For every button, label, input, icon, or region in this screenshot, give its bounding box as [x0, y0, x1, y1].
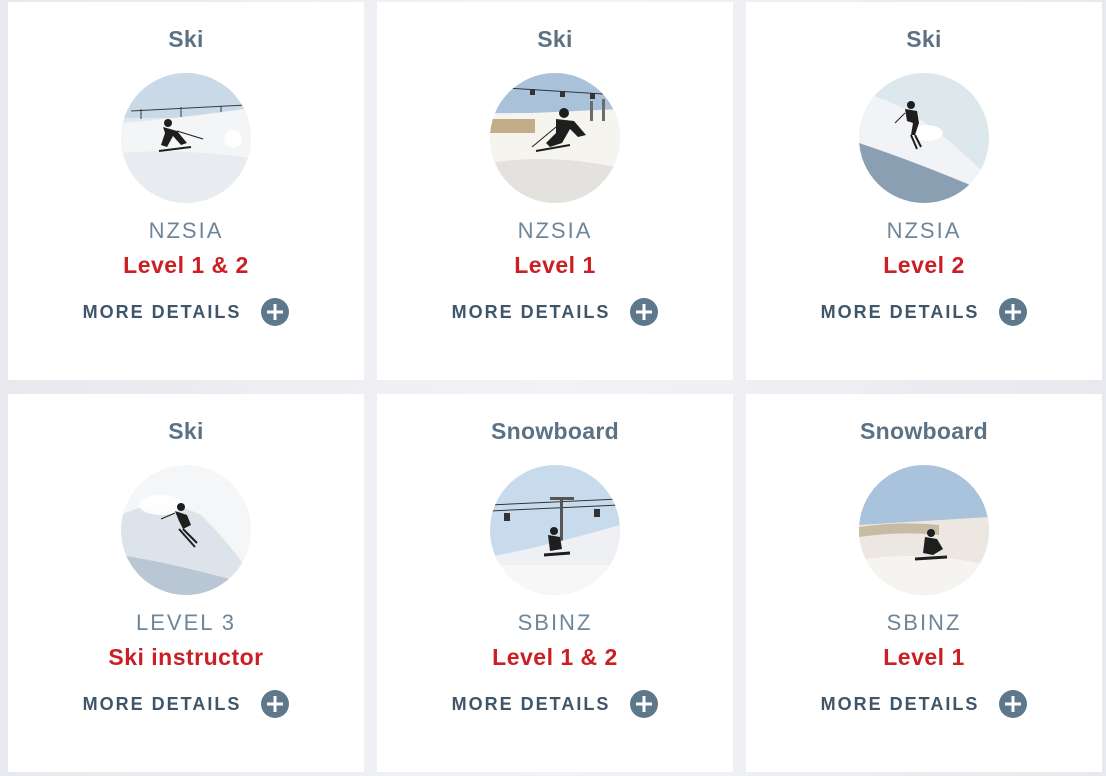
- snowboarder-carving-photo: [859, 465, 989, 595]
- course-photo: [490, 465, 620, 595]
- course-card: Ski LEVEL 3 Ski instructor MORE DETAILS: [8, 394, 364, 772]
- course-photo: [859, 465, 989, 595]
- skier-steep-slope-photo: [859, 73, 989, 203]
- more-details-button[interactable]: MORE DETAILS: [821, 690, 1028, 718]
- course-grid: Ski NZSIA Level 1 & 2 MORE DETAILS Ski N…: [8, 2, 1102, 772]
- course-photo: [121, 465, 251, 595]
- course-sport: Snowboard: [860, 418, 988, 444]
- course-sport: Ski: [168, 26, 204, 52]
- course-level: Level 2: [883, 252, 965, 278]
- more-details-label: MORE DETAILS: [451, 693, 611, 714]
- more-details-button[interactable]: MORE DETAILS: [821, 298, 1028, 326]
- plus-circle-icon[interactable]: [999, 690, 1028, 718]
- snowboarder-chairlift-photo: [490, 465, 620, 595]
- course-card: Snowboard SBINZ Level 1 MORE DETAILS: [746, 394, 1102, 772]
- more-details-label: MORE DETAILS: [820, 301, 980, 322]
- more-details-button[interactable]: MORE DETAILS: [83, 298, 290, 326]
- course-sport: Ski: [168, 418, 204, 444]
- course-org: LEVEL 3: [135, 610, 237, 635]
- course-org: SBINZ: [517, 610, 593, 635]
- course-sport: Ski: [906, 26, 942, 52]
- more-details-label: MORE DETAILS: [82, 693, 242, 714]
- course-photo: [490, 73, 620, 203]
- course-photo: [121, 73, 251, 203]
- course-card: Snowboard SBINZ Level 1 & 2 MORE DETAILS: [377, 394, 733, 772]
- course-card: Ski NZSIA Level 2 MORE DETAILS: [746, 2, 1102, 380]
- course-level: Level 1: [883, 644, 965, 670]
- more-details-button[interactable]: MORE DETAILS: [452, 298, 659, 326]
- more-details-label: MORE DETAILS: [82, 301, 242, 322]
- course-level: Level 1: [514, 252, 596, 278]
- plus-circle-icon[interactable]: [630, 690, 659, 718]
- more-details-label: MORE DETAILS: [820, 693, 980, 714]
- skier-chairlift-photo: [490, 73, 620, 203]
- plus-circle-icon[interactable]: [999, 298, 1028, 326]
- more-details-button[interactable]: MORE DETAILS: [83, 690, 290, 718]
- skier-carving-photo: [121, 73, 251, 203]
- course-org: NZSIA: [886, 218, 962, 243]
- course-level: Ski instructor: [108, 644, 264, 670]
- more-details-label: MORE DETAILS: [451, 301, 611, 322]
- course-photo: [859, 73, 989, 203]
- course-org: SBINZ: [886, 610, 962, 635]
- course-level: Level 1 & 2: [123, 252, 249, 278]
- plus-circle-icon[interactable]: [261, 298, 290, 326]
- plus-circle-icon[interactable]: [630, 298, 659, 326]
- course-org: NZSIA: [517, 218, 593, 243]
- course-card: Ski NZSIA Level 1 & 2 MORE DETAILS: [8, 2, 364, 380]
- course-sport: Ski: [537, 26, 573, 52]
- skier-powder-photo: [121, 465, 251, 595]
- more-details-button[interactable]: MORE DETAILS: [452, 690, 659, 718]
- course-level: Level 1 & 2: [492, 644, 618, 670]
- course-card: Ski NZSIA Level 1 MORE DETAILS: [377, 2, 733, 380]
- course-sport: Snowboard: [491, 418, 619, 444]
- plus-circle-icon[interactable]: [261, 690, 290, 718]
- course-org: NZSIA: [148, 218, 224, 243]
